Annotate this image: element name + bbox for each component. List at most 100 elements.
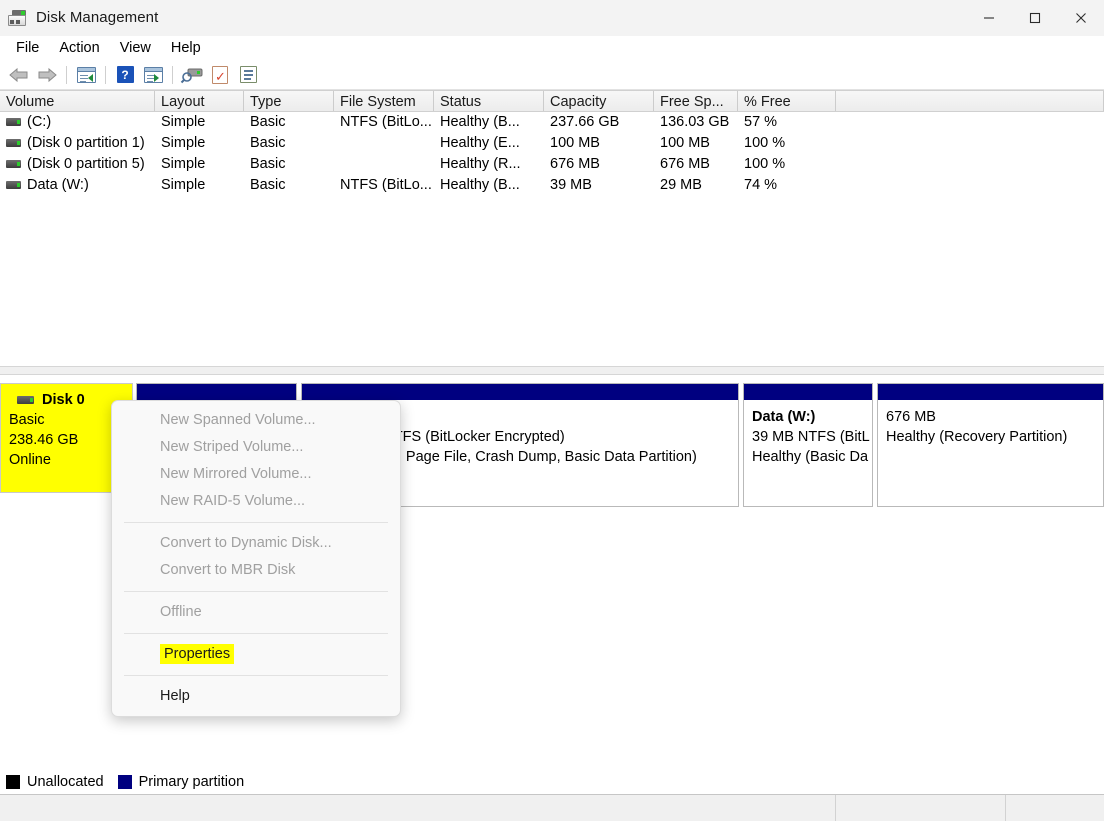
maximize-button[interactable] xyxy=(1012,0,1058,36)
cell-type: Basic xyxy=(244,112,334,133)
partition-capacity-bar xyxy=(744,384,872,401)
partition-capacity-bar xyxy=(302,384,738,401)
context-menu-separator xyxy=(124,522,388,523)
context-menu-item-help[interactable]: Help xyxy=(112,683,400,710)
column-header-volume[interactable]: Volume xyxy=(0,91,155,111)
legend-swatch-unallocated xyxy=(6,775,20,789)
cell-capacity: 100 MB xyxy=(544,133,654,154)
column-header-status[interactable]: Status xyxy=(434,91,544,111)
legend-entry-unallocated: Unallocated xyxy=(6,774,104,790)
partition-size: 676 MB xyxy=(886,407,1095,427)
cell-status: Healthy (B... xyxy=(434,112,544,133)
menu-help[interactable]: Help xyxy=(161,39,211,57)
context-menu-item-offline[interactable]: Offline xyxy=(112,599,400,626)
status-segment-3 xyxy=(1006,795,1104,821)
rescan-disks-icon[interactable] xyxy=(178,62,206,88)
partition-capacity-bar xyxy=(878,384,1103,401)
cell-capacity: 39 MB xyxy=(544,175,654,196)
properties-icon[interactable]: ✓ xyxy=(206,62,234,88)
toolbar-separator xyxy=(66,66,67,84)
partition-data-w[interactable]: Data (W:) 39 MB NTFS (BitL Healthy (Basi… xyxy=(743,383,873,507)
volume-icon xyxy=(6,139,21,147)
disk-title: Disk 0 xyxy=(9,390,124,410)
cell-status: Healthy (R... xyxy=(434,154,544,175)
cell-layout: Simple xyxy=(155,112,244,133)
cell-file-system: NTFS (BitLo... xyxy=(334,175,434,196)
cell-percent-free: 57 % xyxy=(738,112,836,133)
table-row[interactable]: (C:) Simple Basic NTFS (BitLo... Healthy… xyxy=(0,112,1104,133)
column-header-blank[interactable] xyxy=(836,91,1104,111)
volume-list: (C:) Simple Basic NTFS (BitLo... Healthy… xyxy=(0,112,1104,366)
status-bar xyxy=(0,794,1104,821)
disk-name: Disk 0 xyxy=(42,390,85,410)
column-header-file-system[interactable]: File System xyxy=(334,91,434,111)
cell-type: Basic xyxy=(244,175,334,196)
partition-capacity-bar xyxy=(137,384,296,401)
toolbar: ? ✓ xyxy=(0,60,1104,90)
properties-highlight: Properties xyxy=(160,644,234,664)
table-row[interactable]: (Disk 0 partition 5) Simple Basic Health… xyxy=(0,154,1104,175)
table-row[interactable]: (Disk 0 partition 1) Simple Basic Health… xyxy=(0,133,1104,154)
cell-free-space: 100 MB xyxy=(654,133,738,154)
window-title: Disk Management xyxy=(36,9,158,26)
cell-percent-free: 100 % xyxy=(738,154,836,175)
status-segment-2 xyxy=(836,795,1005,821)
disk-icon xyxy=(17,396,34,404)
cell-free-space: 676 MB xyxy=(654,154,738,175)
column-header-capacity[interactable]: Capacity xyxy=(544,91,654,111)
legend-label-unallocated: Unallocated xyxy=(27,774,104,790)
help-icon[interactable]: ? xyxy=(111,62,139,88)
toolbar-separator xyxy=(172,66,173,84)
cell-volume: Data (W:) xyxy=(27,177,89,193)
partition-name: Data (W:) xyxy=(752,407,864,427)
menu-bar: File Action View Help xyxy=(0,36,1104,60)
show-hide-action-pane-icon[interactable] xyxy=(139,62,167,88)
cell-status: Healthy (E... xyxy=(434,133,544,154)
menu-file[interactable]: File xyxy=(6,39,49,57)
column-header-type[interactable]: Type xyxy=(244,91,334,111)
partition-size: 39 MB NTFS (BitL xyxy=(752,427,864,447)
context-menu-item-new-mirrored-volume[interactable]: New Mirrored Volume... xyxy=(112,461,400,488)
cell-percent-free: 74 % xyxy=(738,175,836,196)
legend-entry-primary-partition: Primary partition xyxy=(118,774,245,790)
status-segment-1 xyxy=(0,795,835,821)
cell-capacity: 676 MB xyxy=(544,154,654,175)
pane-splitter[interactable] xyxy=(0,366,1104,375)
context-menu-item-new-raid5-volume[interactable]: New RAID-5 Volume... xyxy=(112,488,400,515)
context-menu-separator xyxy=(124,591,388,592)
cell-free-space: 136.03 GB xyxy=(654,112,738,133)
menu-action[interactable]: Action xyxy=(49,39,109,57)
cell-type: Basic xyxy=(244,133,334,154)
context-menu-item-convert-to-mbr-disk[interactable]: Convert to MBR Disk xyxy=(112,557,400,584)
menu-view[interactable]: View xyxy=(110,39,161,57)
disk-legend: Unallocated Primary partition xyxy=(0,771,1104,793)
volume-icon xyxy=(6,160,21,168)
context-menu-separator xyxy=(124,633,388,634)
table-row[interactable]: Data (W:) Simple Basic NTFS (BitLo... He… xyxy=(0,175,1104,196)
back-arrow-icon[interactable] xyxy=(5,62,33,88)
forward-arrow-icon[interactable] xyxy=(33,62,61,88)
cell-status: Healthy (B... xyxy=(434,175,544,196)
cell-volume: (Disk 0 partition 1) xyxy=(27,135,145,151)
context-menu-item-properties[interactable]: Properties xyxy=(112,641,400,668)
minimize-button[interactable] xyxy=(966,0,1012,36)
volume-icon xyxy=(6,118,21,126)
context-menu-separator xyxy=(124,675,388,676)
partition-recovery[interactable]: 676 MB Healthy (Recovery Partition) xyxy=(877,383,1104,507)
context-menu-item-convert-to-dynamic-disk[interactable]: Convert to Dynamic Disk... xyxy=(112,530,400,557)
column-header-free-space[interactable]: Free Sp... xyxy=(654,91,738,111)
disk-type: Basic xyxy=(9,410,124,430)
column-header-layout[interactable]: Layout xyxy=(155,91,244,111)
show-hide-console-tree-icon[interactable] xyxy=(72,62,100,88)
partition-status: Healthy (Basic Da xyxy=(752,447,864,467)
context-menu-item-new-spanned-volume[interactable]: New Spanned Volume... xyxy=(112,407,400,434)
column-header-percent-free[interactable]: % Free xyxy=(738,91,836,111)
cell-layout: Simple xyxy=(155,154,244,175)
close-button[interactable] xyxy=(1058,0,1104,36)
context-menu-item-new-striped-volume[interactable]: New Striped Volume... xyxy=(112,434,400,461)
partition-status: Healthy (Recovery Partition) xyxy=(886,427,1095,447)
title-bar: Disk Management xyxy=(0,0,1104,36)
disk-context-menu: New Spanned Volume... New Striped Volume… xyxy=(111,400,401,717)
all-tasks-icon[interactable] xyxy=(234,62,262,88)
disk-status: Online xyxy=(9,450,124,470)
